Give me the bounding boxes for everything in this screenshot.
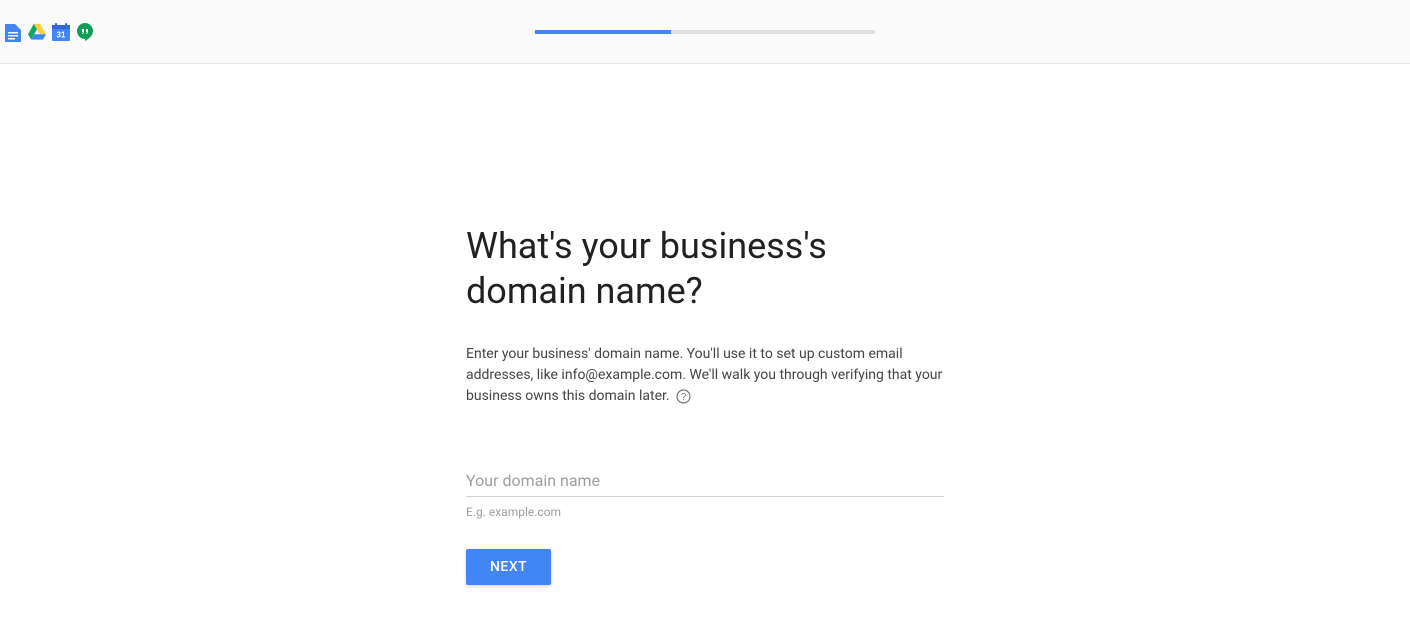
help-icon[interactable]: ? — [675, 388, 691, 404]
page-description: Enter your business' domain name. You'll… — [466, 344, 944, 407]
docs-icon — [4, 23, 22, 41]
description-text: Enter your business' domain name. You'll… — [466, 346, 942, 404]
drive-icon — [28, 23, 46, 41]
page-title: What's your business's domain name? — [466, 224, 944, 314]
hangouts-icon — [76, 23, 94, 41]
domain-input-container — [466, 465, 944, 497]
domain-input-hint: E.g. example.com — [466, 505, 944, 519]
header-icons: 31 — [0, 23, 94, 41]
svg-text:31: 31 — [57, 30, 66, 39]
progress-fill — [535, 30, 671, 34]
svg-text:?: ? — [680, 392, 686, 403]
domain-input[interactable] — [466, 465, 944, 497]
main-content: What's your business's domain name? Ente… — [466, 64, 944, 585]
header: 31 — [0, 0, 1410, 64]
calendar-icon: 31 — [52, 23, 70, 41]
progress-bar — [535, 30, 875, 34]
next-button[interactable]: NEXT — [466, 549, 551, 585]
